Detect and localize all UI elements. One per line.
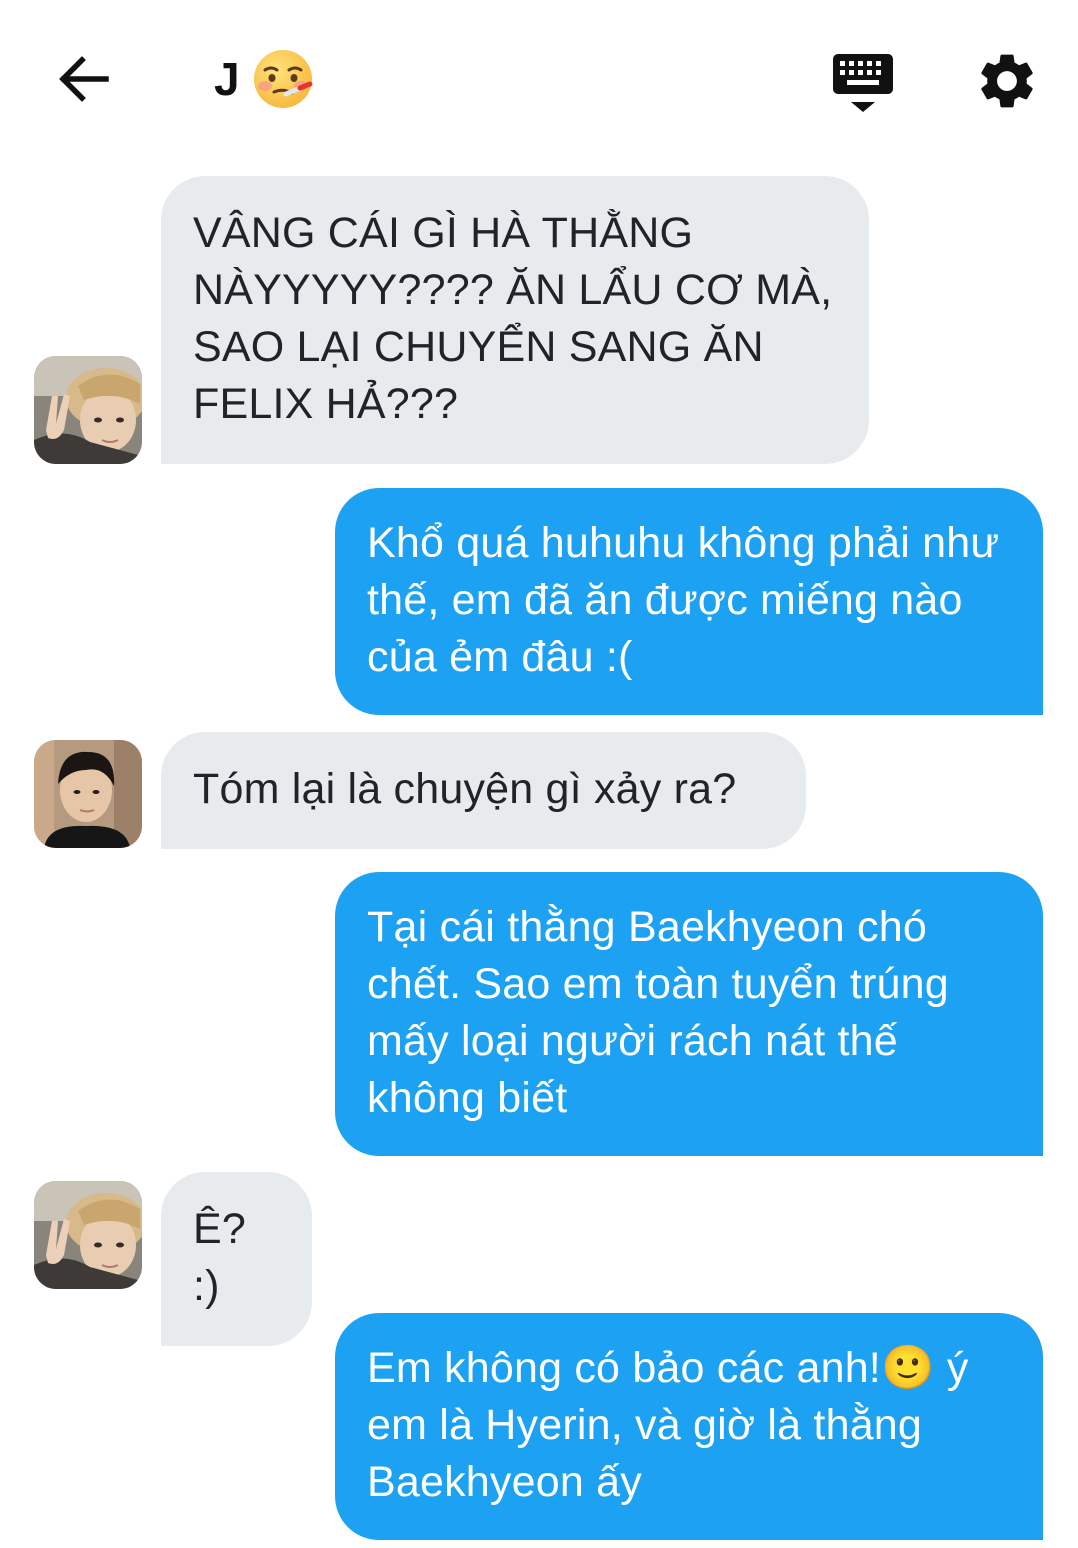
message-text: Tóm lại là chuyện gì xảy ra? <box>193 765 737 813</box>
message-sent[interactable]: Tại cái thằng Baekhyeon chó chết. Sao em… <box>335 872 1043 1156</box>
message-received[interactable]: VÂNG CÁI GÌ HÀ THẰNG NÀYYYYY???? ĂN LẨU … <box>161 176 869 464</box>
settings-button[interactable] <box>974 48 1040 114</box>
conversation-title[interactable]: J <box>214 48 314 110</box>
contact-name: J <box>214 53 240 105</box>
chat-header: J <box>0 0 1078 160</box>
avatar[interactable] <box>34 356 142 464</box>
message-text: Khổ quá huhuhu không phải như thế, em đã… <box>367 519 1000 681</box>
message-text: Em không có bảo các anh!🙂 ý em là Hyerin… <box>367 1344 969 1506</box>
message-text: VÂNG CÁI GÌ HÀ THẰNG NÀYYYYY???? ĂN LẨU … <box>193 209 833 428</box>
avatar-boy-dark-hair <box>34 740 142 848</box>
gear-icon <box>981 54 1033 108</box>
keyboard-toggle-button[interactable] <box>830 52 896 114</box>
message-text: Ê? :) <box>193 1205 246 1310</box>
back-button[interactable] <box>52 48 114 110</box>
arrow-left-icon <box>59 56 109 102</box>
avatar[interactable] <box>34 1181 142 1289</box>
avatar[interactable] <box>34 740 142 848</box>
face-with-thermometer-icon <box>253 50 313 108</box>
message-text: Tại cái thằng Baekhyeon chó chết. Sao em… <box>367 903 949 1122</box>
keyboard-hide-icon <box>833 54 893 112</box>
message-sent[interactable]: Khổ quá huhuhu không phải như thế, em đã… <box>335 488 1043 715</box>
message-received[interactable]: Tóm lại là chuyện gì xảy ra? <box>161 732 806 849</box>
message-sent[interactable]: Em không có bảo các anh!🙂 ý em là Hyerin… <box>335 1313 1043 1540</box>
avatar-boy-peace-sign <box>34 1181 142 1289</box>
avatar-boy-peace-sign <box>34 356 142 464</box>
message-received[interactable]: Ê? :) <box>161 1172 312 1346</box>
